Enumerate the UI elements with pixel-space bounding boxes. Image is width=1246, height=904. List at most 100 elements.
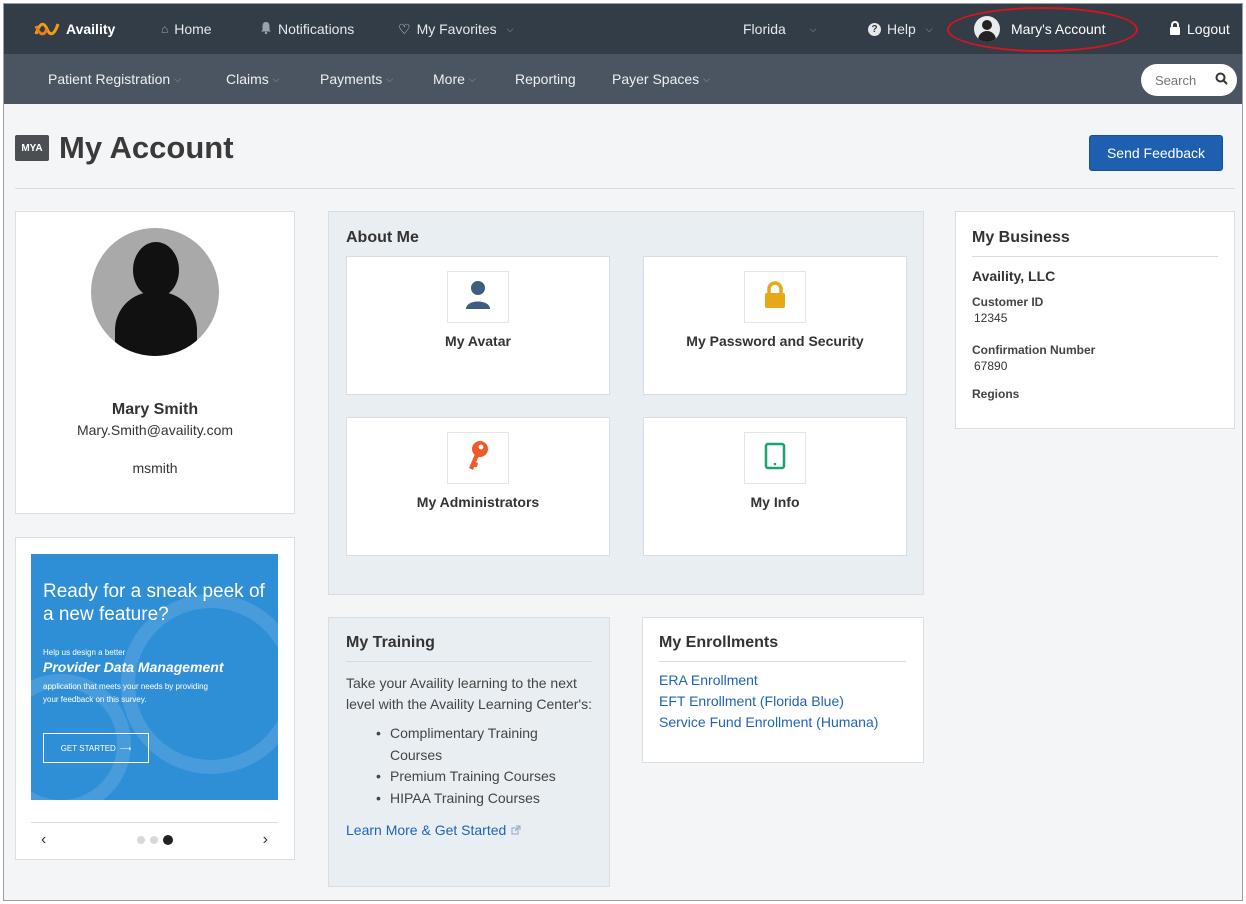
secondary-navigation-bar: Patient Registration ⌵ Claims ⌵ Payments ⌵ …: [4, 54, 1242, 104]
my-enrollments-panel: My Enrollments ERA Enrollment EFT Enroll…: [642, 617, 924, 763]
nav-patient-registration-label: Patient Registration: [48, 71, 171, 87]
logout-label: Logout: [1187, 21, 1230, 37]
my-training-panel: My Training Take your Availity learning …: [328, 617, 610, 887]
confirmation-number-value: 67890: [974, 359, 1008, 373]
profile-email: Mary.Smith@availity.com: [76, 422, 234, 438]
arrow-right-icon: ⟶: [119, 743, 132, 753]
lock-icon: [1169, 20, 1181, 38]
nav-more[interactable]: More ⌵: [433, 54, 476, 104]
nav-claims-label: Claims: [226, 71, 269, 87]
icon-box: [447, 271, 509, 323]
nav-patient-registration[interactable]: Patient Registration ⌵: [48, 54, 181, 104]
chevron-down-icon: ⌵: [703, 73, 710, 84]
account-menu[interactable]: Mary's Account: [974, 4, 1106, 54]
promo-product: Provider Data Management: [43, 659, 224, 675]
user-avatar-icon: [974, 16, 1000, 42]
page-header: MYA My Account: [15, 130, 234, 166]
profile-name: Mary Smith: [111, 401, 199, 418]
my-enrollments-title: My Enrollments: [659, 634, 779, 651]
account-label: Mary's Account: [1011, 21, 1106, 37]
nav-reporting-label: Reporting: [515, 71, 576, 87]
learn-more-link[interactable]: Learn More & Get Started: [346, 820, 592, 841]
promo-line1: Help us design a better: [43, 648, 126, 657]
question-circle-icon: ?: [868, 22, 881, 36]
tile-label: My Administrators: [416, 494, 540, 510]
icon-box: [744, 432, 806, 484]
carousel-dot[interactable]: [136, 835, 145, 844]
divider: [659, 661, 906, 662]
help-label: Help: [887, 21, 916, 37]
carousel-prev-button[interactable]: ‹: [41, 831, 46, 849]
training-list: Complimentary Training Courses Premium T…: [376, 723, 592, 809]
tile-my-password-and-security[interactable]: My Password and Security: [643, 256, 907, 395]
learn-more-label: Learn More & Get Started: [346, 822, 507, 838]
service-fund-enrollment-link[interactable]: Service Fund Enrollment (Humana): [659, 712, 906, 733]
era-enrollment-link[interactable]: ERA Enrollment: [659, 670, 906, 691]
heart-icon: ♡: [398, 20, 411, 37]
avatar-body: [115, 292, 197, 356]
carousel-dot-active[interactable]: [162, 834, 173, 845]
tile-my-avatar[interactable]: My Avatar: [346, 256, 610, 395]
get-started-button[interactable]: GET STARTED ⟶: [43, 733, 149, 763]
mya-badge-icon: MYA: [15, 135, 49, 161]
nav-more-label: More: [433, 71, 465, 87]
region-label: Florida: [743, 21, 786, 37]
chevron-down-icon: ⌵: [468, 73, 476, 84]
chevron-down-icon: ⌵: [386, 73, 394, 84]
profile-card: Mary Smith Mary.Smith@availity.com msmit…: [15, 211, 295, 514]
tile-my-info[interactable]: My Info: [643, 417, 907, 556]
promo-card: Ready for a sneak peek of a new feature?…: [15, 537, 295, 860]
lock-icon: [764, 280, 786, 314]
list-item: Premium Training Courses: [376, 766, 592, 788]
nav-payer-spaces-label: Payer Spaces: [612, 71, 700, 87]
tile-label: My Info: [750, 494, 800, 510]
my-business-panel: My Business Availity, LLC Customer ID 12…: [955, 211, 1235, 429]
chevron-down-icon: ⌵: [925, 23, 933, 34]
nav-home[interactable]: ⌂ Home: [161, 4, 212, 54]
nav-favorites-label: My Favorites: [416, 21, 497, 37]
get-started-label: GET STARTED: [60, 743, 116, 753]
customer-id-label: Customer ID: [972, 295, 1044, 309]
confirmation-number-label: Confirmation Number: [972, 343, 1096, 357]
carousel-next-button[interactable]: ›: [263, 831, 268, 849]
carousel-dots: [136, 834, 173, 845]
region-selector[interactable]: Florida ⌵: [743, 4, 817, 54]
tile-label: My Avatar: [445, 333, 511, 349]
nav-payer-spaces[interactable]: Payer Spaces ⌵: [612, 54, 710, 104]
promo-banner[interactable]: Ready for a sneak peek of a new feature?…: [31, 554, 278, 800]
about-me-title: About Me: [346, 229, 419, 246]
list-item: Complimentary Training Courses: [376, 723, 592, 766]
logout-link[interactable]: Logout: [1169, 4, 1230, 54]
tile-my-administrators[interactable]: My Administrators: [346, 417, 610, 556]
external-link-icon: [511, 820, 521, 841]
user-icon: [465, 280, 491, 315]
nav-payments-label: Payments: [320, 71, 383, 87]
search-icon[interactable]: [1215, 72, 1228, 88]
page-title: My Account: [59, 130, 234, 165]
home-icon: ⌂: [161, 22, 169, 36]
profile-avatar[interactable]: [91, 228, 219, 356]
enrollment-links: ERA Enrollment EFT Enrollment (Florida B…: [659, 670, 906, 733]
nav-claims[interactable]: Claims ⌵: [226, 54, 280, 104]
eft-enrollment-link[interactable]: EFT Enrollment (Florida Blue): [659, 691, 906, 712]
send-feedback-button[interactable]: Send Feedback: [1089, 135, 1223, 171]
chevron-down-icon: ⌵: [174, 73, 182, 84]
nav-notifications[interactable]: Notifications: [260, 4, 354, 54]
nav-payments[interactable]: Payments ⌵: [320, 54, 393, 104]
carousel-dot[interactable]: [149, 835, 158, 844]
my-business-title: My Business: [972, 229, 1070, 246]
nav-my-favorites[interactable]: ♡ My Favorites ⌵: [398, 4, 514, 54]
availity-logo[interactable]: Availity: [34, 4, 115, 54]
logo-text: Availity: [66, 21, 116, 37]
search-input[interactable]: [1155, 72, 1215, 88]
icon-box: [447, 432, 509, 484]
key-icon: [466, 440, 490, 477]
nav-reporting[interactable]: Reporting: [515, 54, 576, 104]
carousel-controls: ‹ ›: [31, 822, 278, 856]
bell-icon: [260, 21, 272, 37]
help-menu[interactable]: ? Help ⌵: [868, 4, 933, 54]
icon-box: [744, 271, 806, 323]
nav-home-label: Home: [174, 21, 212, 37]
chevron-down-icon: ⌵: [809, 23, 817, 34]
customer-id-value: 12345: [974, 311, 1008, 325]
